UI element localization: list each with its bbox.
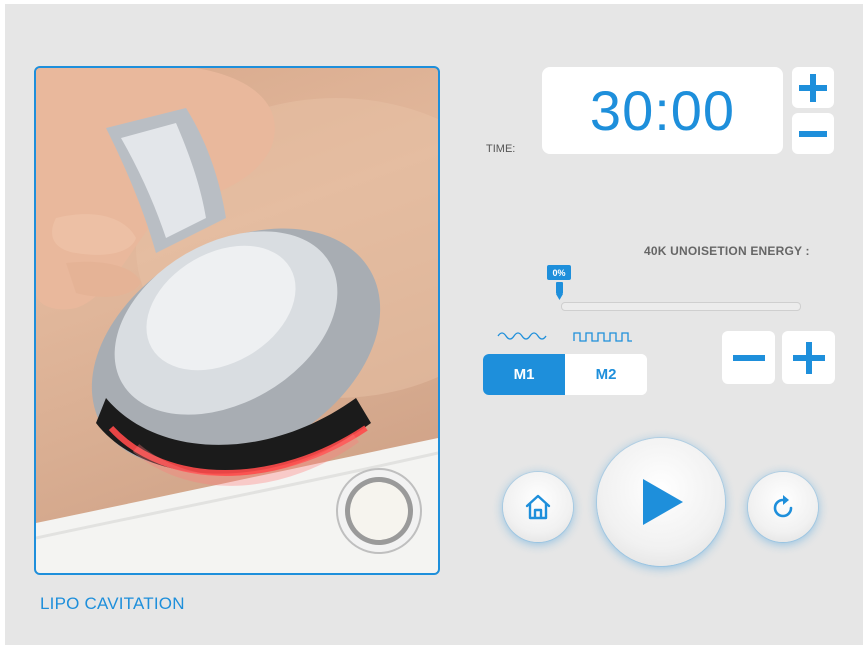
time-display: 30:00 [542,67,783,154]
minus-icon [732,354,765,361]
square-wave-icon [573,332,632,342]
energy-decrease-button[interactable] [722,331,775,384]
photo-label: LIPO CAVITATION [40,594,185,613]
energy-label: 40K UNOISETION ENERGY : [644,244,810,258]
time-increase-button[interactable] [792,67,834,108]
play-icon [643,479,683,525]
mode-toggle: M1 M2 [483,354,647,395]
plus-icon [799,73,827,102]
home-icon [525,494,551,520]
energy-value-tooltip: 0% [547,265,571,280]
play-button[interactable] [597,438,725,566]
refresh-icon [773,495,793,518]
mode-m2-button[interactable]: M2 [565,354,647,395]
mode-m1-button[interactable]: M1 [483,354,565,395]
treatment-image [34,66,440,575]
time-label: TIME: [486,143,516,155]
energy-slider-handle[interactable] [555,282,564,300]
home-button[interactable] [503,472,573,542]
energy-increase-button[interactable] [782,331,835,384]
plus-icon [792,341,825,374]
minus-icon [799,130,827,137]
sine-wave-icon [497,332,547,340]
time-decrease-button[interactable] [792,113,834,154]
energy-slider-track[interactable] [561,302,801,311]
reset-button[interactable] [748,472,818,542]
